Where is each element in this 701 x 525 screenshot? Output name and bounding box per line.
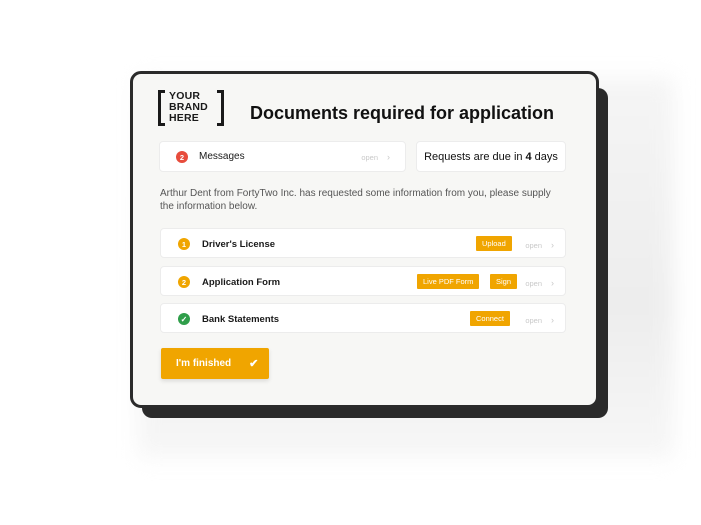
due-date-card: Requests are due in 4 days — [416, 141, 566, 172]
finish-button-label: I'm finished — [176, 358, 232, 369]
chevron-right-icon: › — [387, 152, 390, 162]
intro-text: Arthur Dent from FortyTwo Inc. has reque… — [160, 188, 551, 212]
check-badge-icon: ✓ — [178, 313, 190, 325]
messages-open-link[interactable]: open › — [361, 152, 390, 162]
messages-label: Messages — [199, 151, 245, 162]
due-suffix: days — [534, 150, 558, 163]
page-title: Documents required for application — [250, 103, 555, 123]
logo-bracket-right — [217, 90, 224, 126]
document-request-window: YOUR BRAND HERE Documents required for a… — [130, 71, 599, 408]
messages-card[interactable]: 2 Messages open › — [159, 141, 406, 172]
open-label: open — [525, 240, 542, 250]
chevron-right-icon: › — [551, 240, 554, 250]
open-label: open — [361, 152, 378, 162]
document-label: Bank Statements — [202, 314, 280, 325]
due-days-value: 4 — [525, 150, 532, 163]
step-badge: 1 — [178, 238, 190, 250]
sign-button[interactable]: Sign — [490, 274, 518, 289]
step-badge: 2 — [178, 276, 190, 288]
document-label: Application Form — [202, 277, 281, 288]
document-row-drivers-license[interactable]: 1 Driver's License Upload open › — [160, 228, 566, 258]
document-label: Driver's License — [202, 239, 276, 250]
due-prefix: Requests are due in — [424, 150, 523, 163]
logo-bracket-left — [158, 90, 165, 126]
document-open-link[interactable]: open › — [525, 278, 554, 288]
document-row-application-form[interactable]: 2 Application Form Live PDF Form Sign op… — [160, 266, 566, 296]
chevron-right-icon: › — [551, 278, 554, 288]
document-open-link[interactable]: open › — [525, 315, 554, 325]
messages-count-badge: 2 — [176, 151, 188, 163]
document-open-link[interactable]: open › — [525, 240, 554, 250]
live-pdf-form-button[interactable]: Live PDF Form — [417, 274, 480, 289]
brand-logo-text: YOUR BRAND HERE — [169, 90, 208, 124]
document-row-bank-statements[interactable]: ✓ Bank Statements Connect open › — [160, 303, 566, 333]
chevron-right-icon: › — [551, 315, 554, 325]
brand-logo: YOUR BRAND HERE — [158, 90, 224, 126]
connect-button[interactable]: Connect — [470, 311, 510, 326]
check-icon: ✔ — [249, 358, 259, 370]
open-label: open — [525, 278, 542, 288]
open-label: open — [525, 315, 542, 325]
finish-button[interactable]: I'm finished ✔ — [161, 348, 269, 379]
upload-button[interactable]: Upload — [476, 236, 512, 251]
